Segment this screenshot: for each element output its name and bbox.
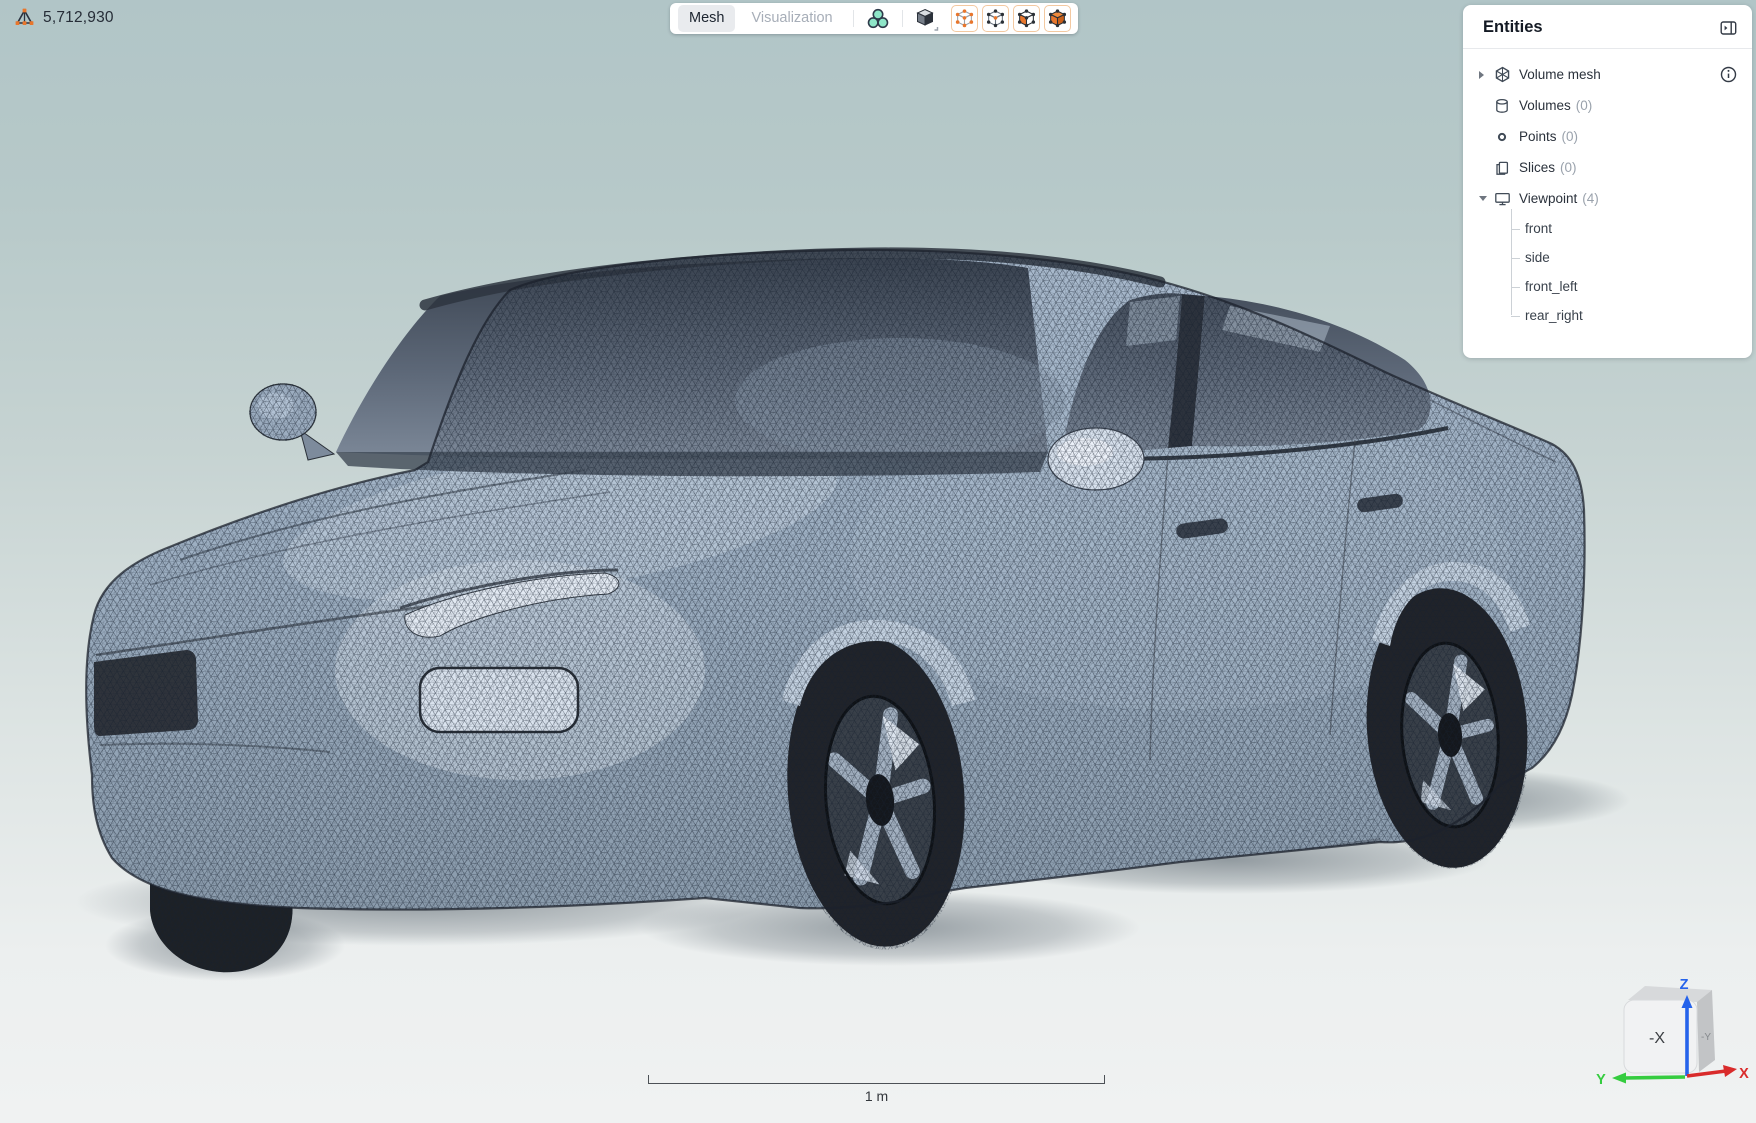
entities-panel-title: Entities <box>1483 18 1543 37</box>
tree-item-label: Volume mesh <box>1519 67 1601 82</box>
cube-wireframe-icon <box>986 9 1005 28</box>
cylinder-icon <box>1494 98 1510 114</box>
toolbar-separator <box>902 10 903 27</box>
y-axis-label: Y <box>1596 1072 1606 1088</box>
caret-right-icon[interactable] <box>1478 70 1485 80</box>
caret-down-icon[interactable] <box>1478 195 1488 202</box>
gizmo-side-face-label: -Y <box>1701 1032 1711 1043</box>
bounding-cube-tool-button[interactable] <box>913 6 941 32</box>
tree-item-volumes[interactable]: Volumes (0) <box>1463 90 1752 121</box>
tetrahedron-mesh-icon <box>15 8 34 27</box>
app-window: 5,712,930 Mesh Visualization <box>0 0 1756 1123</box>
viewpoint-item-front-left[interactable]: front_left <box>1463 272 1752 301</box>
tab-mesh[interactable]: Mesh <box>678 5 735 32</box>
gizmo-cube-side-face[interactable] <box>1697 990 1715 1072</box>
tree-item-slices[interactable]: Slices (0) <box>1463 152 1752 183</box>
tree-item-count: (0) <box>1562 129 1579 144</box>
point-icon <box>1494 129 1510 145</box>
viewpoint-children: front side front_left rear_right <box>1463 214 1752 330</box>
show-mesh-solid-toggle[interactable] <box>1044 5 1071 32</box>
mesh-ball-icon <box>1494 66 1511 83</box>
x-axis-arrow <box>1723 1065 1737 1077</box>
spheres-icon <box>866 8 890 30</box>
spheres-tool-button[interactable] <box>864 6 892 32</box>
tree-item-viewpoint[interactable]: Viewpoint (4) <box>1463 183 1752 214</box>
cube-surface-icon <box>1017 9 1036 28</box>
y-axis-arrow <box>1612 1073 1626 1084</box>
tree-item-label: Slices <box>1519 160 1555 175</box>
tree-item-label: Points <box>1519 129 1557 144</box>
info-icon[interactable] <box>1720 66 1737 83</box>
show-mesh-surface-toggle[interactable] <box>1013 5 1040 32</box>
tree-item-count: (0) <box>1560 160 1577 175</box>
show-mesh-points-toggle[interactable] <box>951 5 978 32</box>
cube-solid-icon <box>1048 9 1067 28</box>
y-axis <box>1624 1077 1685 1078</box>
cube-points-icon <box>955 9 974 28</box>
tree-item-count: (4) <box>1582 191 1599 206</box>
viewpoint-item-front[interactable]: front <box>1463 214 1752 243</box>
cube-3d-icon <box>914 7 940 31</box>
entities-panel-header: Entities <box>1463 5 1752 48</box>
cell-count-value: 5,712,930 <box>43 9 114 27</box>
show-mesh-wireframe-toggle[interactable] <box>982 5 1009 32</box>
toolbar-separator <box>853 10 854 27</box>
mesh-display-mode-group <box>951 5 1071 32</box>
tree-item-points[interactable]: Points (0) <box>1463 121 1752 152</box>
mesh-cell-counter: 5,712,930 <box>15 8 114 27</box>
z-axis-label: Z <box>1680 977 1689 993</box>
entities-panel: Entities <box>1463 5 1752 358</box>
x-axis-label: X <box>1739 1066 1749 1082</box>
view-toolbar: Mesh Visualization <box>670 3 1078 34</box>
monitor-icon <box>1494 191 1511 207</box>
scale-bar <box>648 1075 1105 1084</box>
x-axis <box>1687 1071 1726 1076</box>
tree-item-label: Volumes <box>1519 98 1571 113</box>
tree-item-label: Viewpoint <box>1519 191 1577 206</box>
tree-item-volume-mesh[interactable]: Volume mesh <box>1463 59 1752 90</box>
scale-bar-label: 1 m <box>648 1088 1105 1104</box>
orientation-gizmo[interactable]: -X -Y Z X Y <box>1578 955 1756 1100</box>
tab-visualization[interactable]: Visualization <box>741 5 842 32</box>
entities-tree: Volume mesh Volumes <box>1463 49 1752 330</box>
viewpoint-item-rear-right[interactable]: rear_right <box>1463 301 1752 330</box>
tree-item-count: (0) <box>1576 98 1593 113</box>
collapse-panel-icon[interactable] <box>1720 20 1737 36</box>
gizmo-front-face-label: -X <box>1649 1030 1665 1047</box>
viewpoint-item-side[interactable]: side <box>1463 243 1752 272</box>
slice-icon <box>1494 160 1510 176</box>
